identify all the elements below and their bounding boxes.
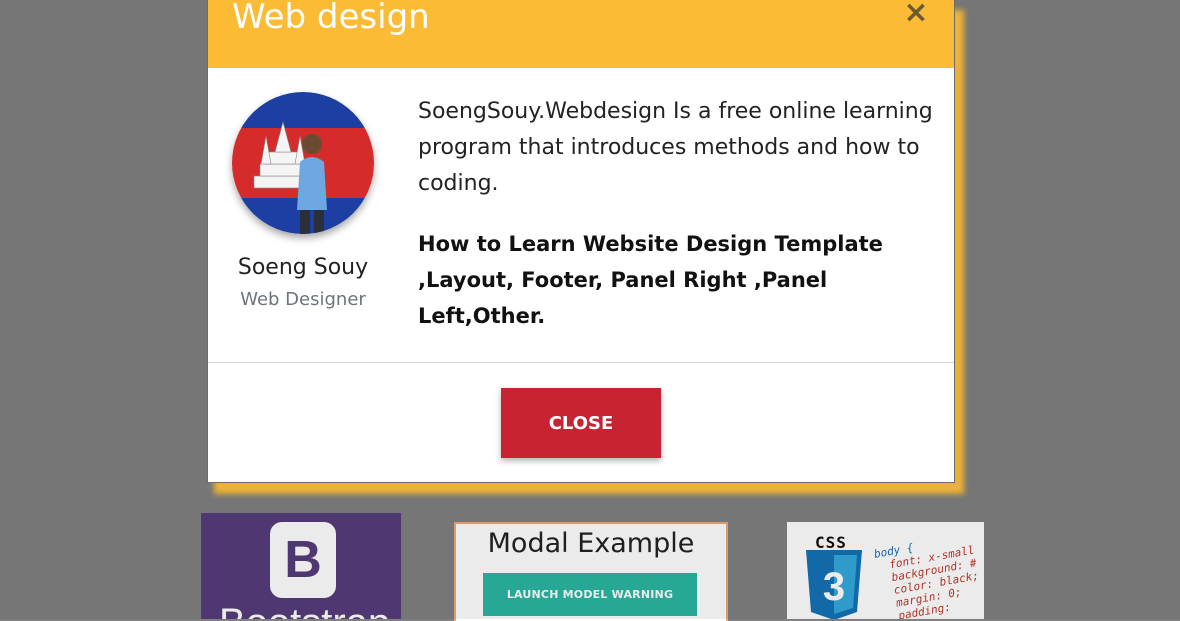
close-icon[interactable]: × bbox=[903, 0, 929, 29]
profile-modal: Web design × Soeng Souy Web Designer Soe… bbox=[207, 0, 955, 483]
modal-header: Web design × bbox=[208, 0, 954, 68]
close-button[interactable]: CLOSE bbox=[501, 388, 661, 458]
footer-divider bbox=[208, 362, 954, 363]
avatar bbox=[232, 92, 374, 234]
modal-title: Web design bbox=[232, 0, 430, 37]
topics-text: How to Learn Website Design Template ,La… bbox=[418, 232, 883, 328]
profile-role: Web Designer bbox=[240, 289, 366, 310]
profile-name: Soeng Souy bbox=[237, 255, 369, 280]
profile-photo-icon bbox=[232, 92, 374, 234]
intro-text: SoengSouy.Webdesign Is a free online lea… bbox=[418, 99, 933, 196]
